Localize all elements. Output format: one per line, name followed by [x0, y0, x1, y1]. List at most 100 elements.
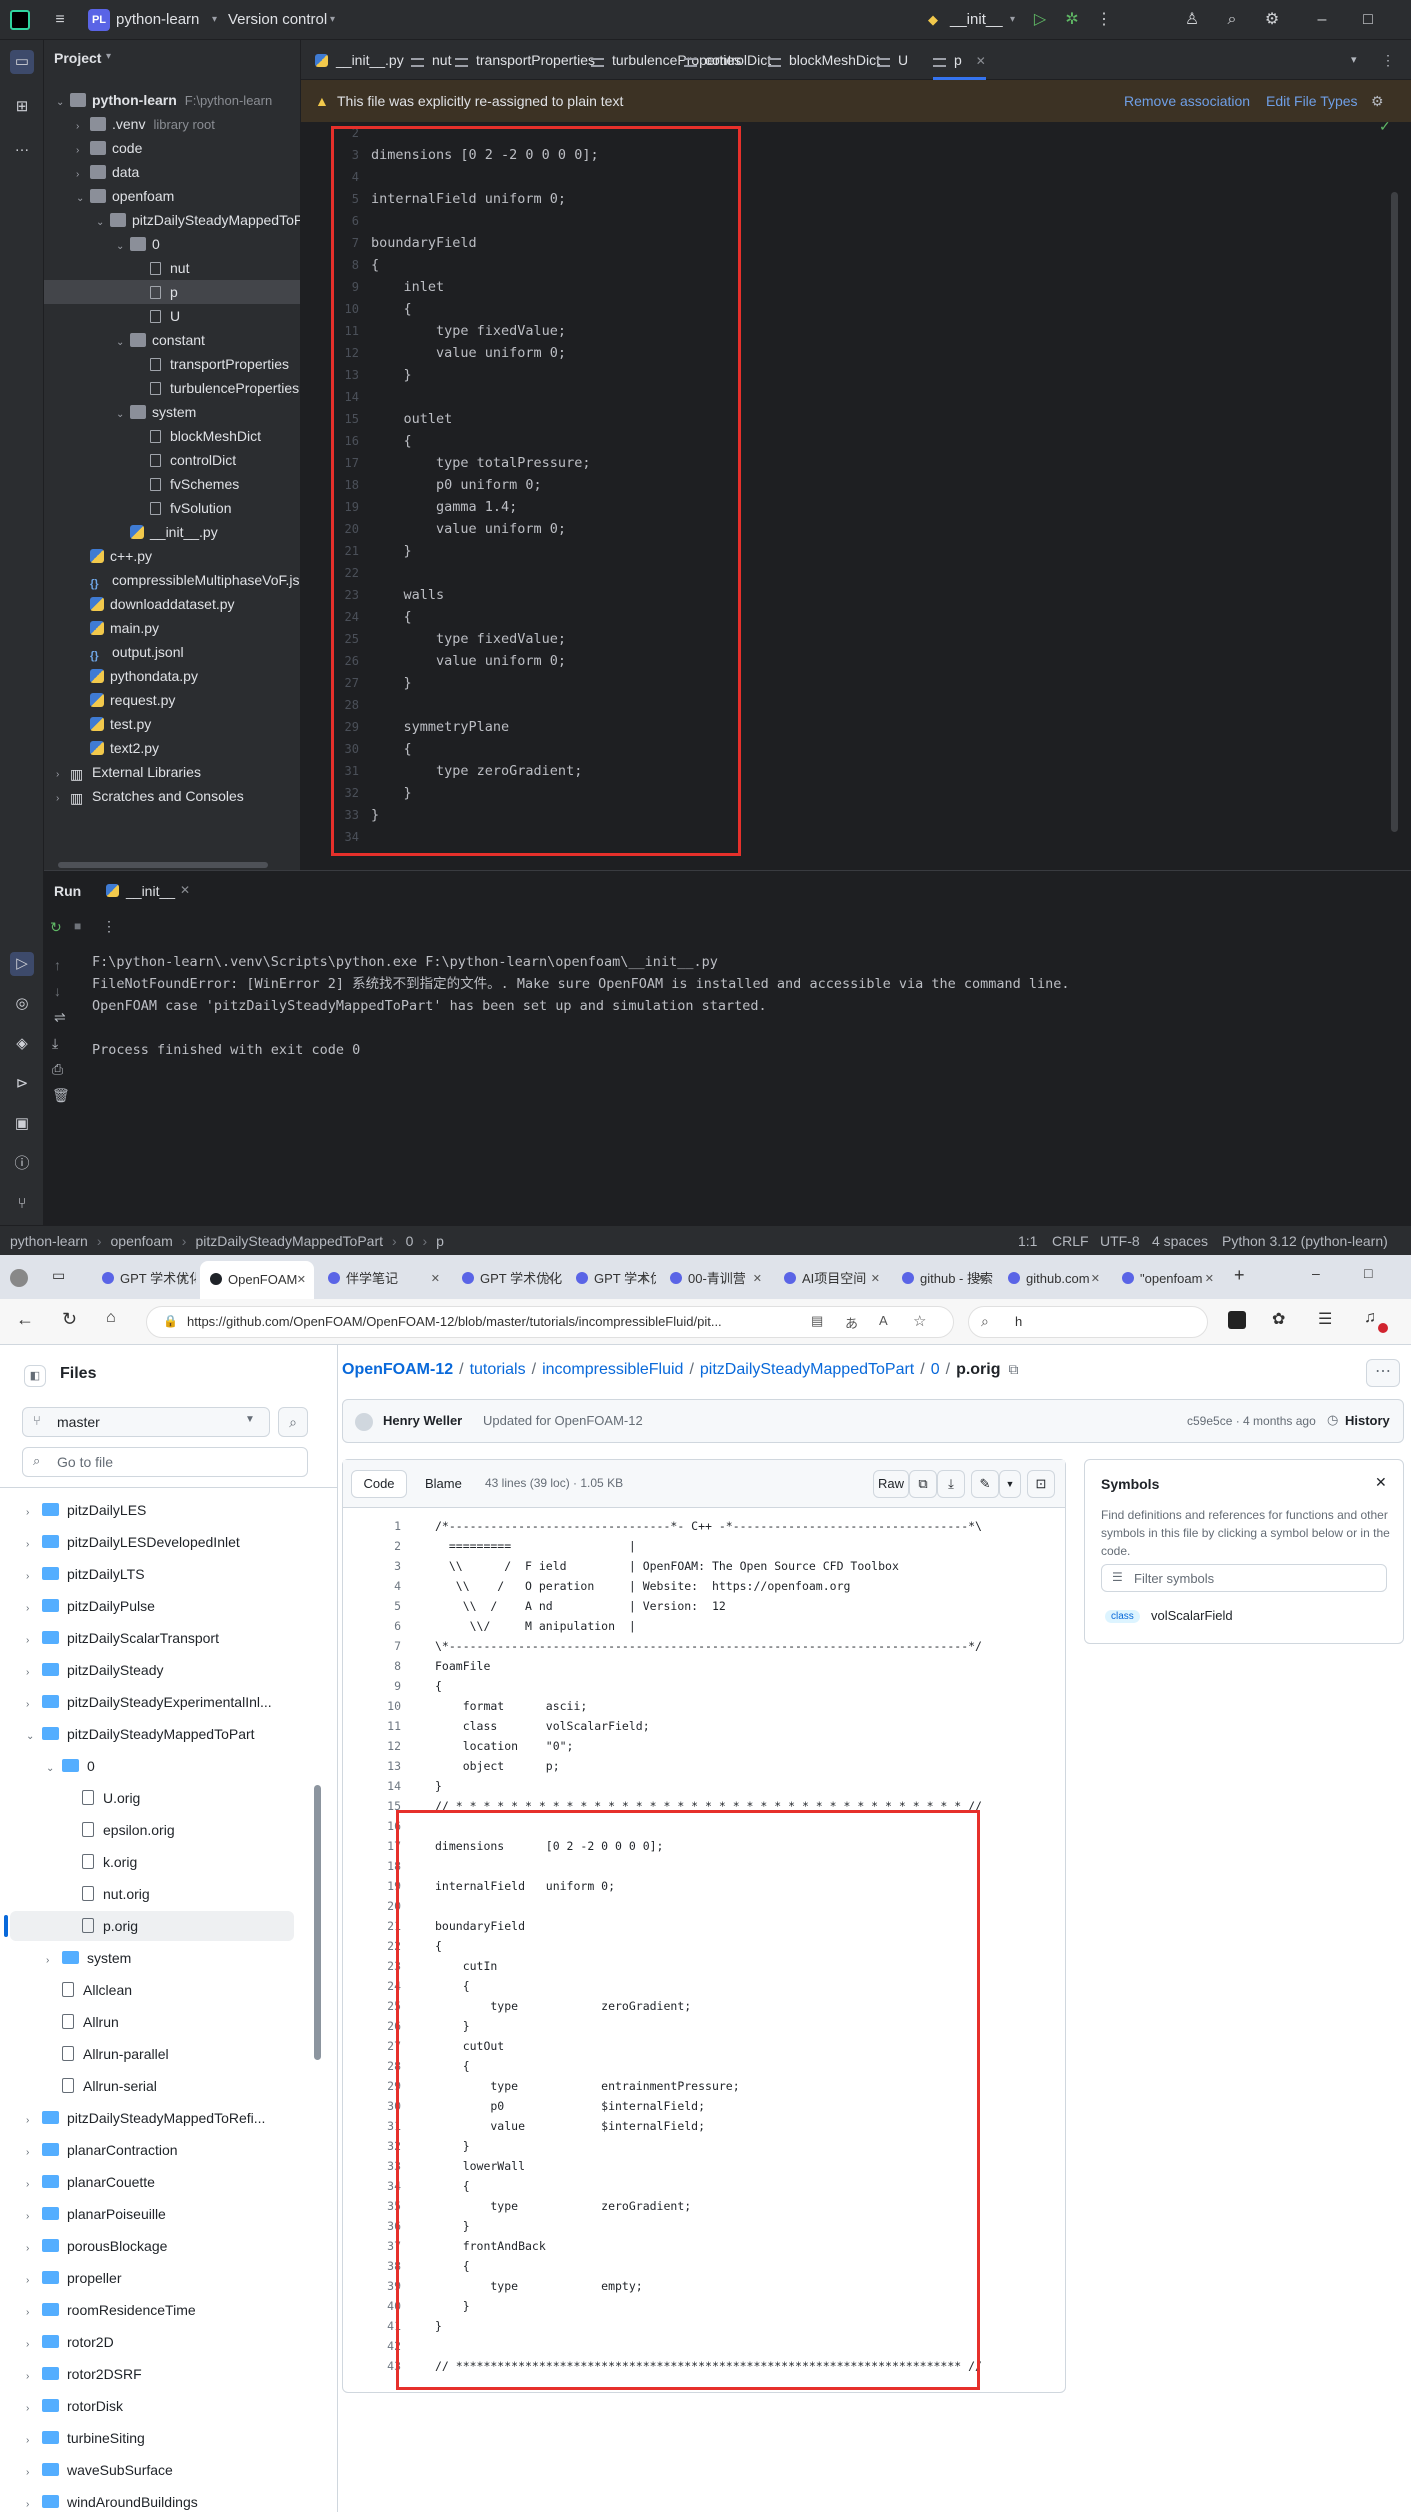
chevron-right-icon[interactable]: ›	[26, 1530, 42, 1560]
collapse-sidebar-icon[interactable]: ◧	[24, 1365, 46, 1387]
file-tree-item[interactable]: › pitzDailySteady	[10, 1655, 294, 1685]
indent-setting[interactable]: 4 spaces	[1152, 1226, 1208, 1255]
scroll-up-icon[interactable]: ↑	[54, 957, 61, 973]
file-tree-item[interactable]: ⌄ 0	[10, 1751, 294, 1781]
search-icon[interactable]: ⌕	[1220, 8, 1244, 32]
tree-item[interactable]: fvSolution	[44, 496, 300, 520]
close-icon[interactable]: ✕	[431, 1263, 440, 1295]
browser-tab[interactable]: "openfoam ✕	[1112, 1263, 1222, 1295]
tree-item[interactable]: ⌄ python-learn F:\python-learn	[44, 88, 300, 112]
history-button[interactable]: History	[1345, 1413, 1390, 1428]
stop-icon[interactable]: ■	[74, 919, 81, 933]
tree-item[interactable]: test.py	[44, 712, 300, 736]
file-tree-item[interactable]: › propeller	[10, 2263, 294, 2293]
close-icon[interactable]: ✕	[976, 54, 986, 68]
file-tree-item[interactable]: Allrun-parallel	[10, 2039, 294, 2069]
file-tree-item[interactable]: › rotorDisk	[10, 2391, 294, 2421]
tree-item[interactable]: nut	[44, 256, 300, 280]
tree-item[interactable]: transportProperties	[44, 352, 300, 376]
run-config-select[interactable]: __init__	[950, 0, 1003, 40]
file-tree-item[interactable]: › rotor2DSRF	[10, 2359, 294, 2389]
tree-item[interactable]: › ▥ External Libraries	[44, 760, 300, 784]
chevron-right-icon[interactable]: ›	[26, 1594, 42, 1624]
breadcrumb-link[interactable]: incompressibleFluid	[542, 1361, 683, 1378]
tree-item[interactable]: controlDict	[44, 448, 300, 472]
run-tool-icon[interactable]: ▷	[10, 952, 34, 976]
filter-symbols-input[interactable]: ☰ Filter symbols	[1101, 1564, 1387, 1592]
copy-icon[interactable]: ⧉	[909, 1470, 937, 1498]
edit-pencil-icon[interactable]: ✎	[971, 1470, 999, 1498]
back-icon[interactable]: ←	[16, 1309, 34, 1330]
file-tree-item[interactable]: › pitzDailyLESDevelopedInlet	[10, 1527, 294, 1557]
layers-icon[interactable]: ◈	[10, 1032, 34, 1056]
tree-item[interactable]: ⌄ system	[44, 400, 300, 424]
more-tools-icon[interactable]: …	[10, 135, 34, 159]
tree-item[interactable]: U	[44, 304, 300, 328]
editor-tab[interactable]: transportProperties	[455, 40, 595, 80]
go-to-file-input[interactable]: ⌕ Go to file	[22, 1447, 308, 1477]
horizontal-scrollbar[interactable]	[58, 862, 268, 868]
structure-icon[interactable]: ⊞	[10, 95, 34, 119]
chevron-right-icon[interactable]: ›	[26, 2394, 42, 2424]
close-icon[interactable]: ✕	[977, 1263, 986, 1295]
minimize-icon[interactable]: –	[1310, 8, 1334, 32]
translate-icon[interactable]: あ	[845, 1313, 858, 1332]
close-icon[interactable]: ✕	[545, 1263, 554, 1295]
tree-item[interactable]: ⌄ 0	[44, 232, 300, 256]
console-output[interactable]: F:\python-learn\.venv\Scripts\python.exe…	[92, 951, 1070, 1061]
browser-tab[interactable]: GPT 学术优化✕	[92, 1263, 196, 1295]
file-tree-item[interactable]: Allrun	[10, 2007, 294, 2037]
new-tab-icon[interactable]: +	[1234, 1265, 1245, 1286]
breadcrumb-link[interactable]: 0	[931, 1361, 940, 1378]
file-tree-item[interactable]: › pitzDailyPulse	[10, 1591, 294, 1621]
run-tab[interactable]: __init__	[126, 883, 175, 899]
file-tree-item[interactable]: › pitzDailyLTS	[10, 1559, 294, 1589]
file-tree-item[interactable]: › system	[10, 1943, 294, 1973]
file-tree-item[interactable]: nut.orig	[10, 1879, 294, 1909]
run-icon[interactable]: ▷	[1028, 8, 1052, 32]
chevron-right-icon[interactable]: ›	[56, 787, 70, 811]
project-badge[interactable]: PL	[88, 9, 110, 31]
breadcrumb-item[interactable]: p	[436, 1233, 444, 1249]
tree-item[interactable]: c++.py	[44, 544, 300, 568]
chevron-right-icon[interactable]: ›	[46, 1946, 62, 1976]
more-icon[interactable]: ⋮	[1381, 40, 1395, 80]
download-icon[interactable]: ⤓	[937, 1470, 965, 1498]
extensions-icon[interactable]: ✿	[1272, 1309, 1285, 1329]
tree-item[interactable]: › data	[44, 160, 300, 184]
editor-tab[interactable]: blockMeshDict	[768, 40, 880, 80]
kebab-menu-button[interactable]: ⋯	[1366, 1359, 1400, 1387]
print-icon[interactable]: ⎙	[52, 1061, 63, 1078]
trash-icon[interactable]: 🗑	[52, 1087, 70, 1104]
file-tree-item[interactable]: › planarPoiseuille	[10, 2199, 294, 2229]
more-icon[interactable]: ⋮	[1092, 8, 1116, 32]
close-icon[interactable]: ✕	[1205, 1263, 1214, 1295]
breadcrumb-link[interactable]: tutorials	[470, 1361, 526, 1378]
close-icon[interactable]: ✕	[1375, 1474, 1387, 1491]
editor-tab[interactable]: p ✕	[933, 40, 986, 80]
chevron-right-icon[interactable]: ›	[26, 2170, 42, 2200]
chevron-right-icon[interactable]: ›	[26, 2426, 42, 2456]
file-tree-item[interactable]: › roomResidenceTime	[10, 2295, 294, 2325]
breadcrumb-link[interactable]: pitzDailySteadyMappedToPart	[700, 1361, 914, 1378]
file-tree-item[interactable]: U.orig	[10, 1783, 294, 1813]
copy-path-icon[interactable]: ⧉	[1009, 1361, 1019, 1377]
file-tree-item[interactable]: › rotor2D	[10, 2327, 294, 2357]
editor-tab[interactable]: controlDict	[684, 40, 771, 80]
project-name[interactable]: python-learn	[116, 0, 199, 40]
breadcrumb-item[interactable]: pitzDailySteadyMappedToPart	[195, 1233, 383, 1249]
author-name[interactable]: Henry Weller	[383, 1413, 462, 1428]
tree-item[interactable]: text2.py	[44, 736, 300, 760]
file-tree-item[interactable]: k.orig	[10, 1847, 294, 1877]
file-tree-item[interactable]: Allrun-serial	[10, 2071, 294, 2101]
chevron-right-icon[interactable]: ›	[26, 1690, 42, 1720]
close-icon[interactable]: ✕	[753, 1263, 762, 1295]
close-icon[interactable]: ✕	[179, 1263, 188, 1295]
tree-item[interactable]: pythondata.py	[44, 664, 300, 688]
notifications-icon[interactable]: ♫	[1364, 1309, 1376, 1327]
editor-tab[interactable]: __init__.py	[315, 40, 404, 80]
file-tree-item[interactable]: › pitzDailySteadyMappedToRefi...	[10, 2103, 294, 2133]
code-tab[interactable]: Code	[351, 1470, 407, 1498]
close-icon[interactable]: ✕	[1091, 1263, 1100, 1295]
tree-item[interactable]: __init__.py	[44, 520, 300, 544]
